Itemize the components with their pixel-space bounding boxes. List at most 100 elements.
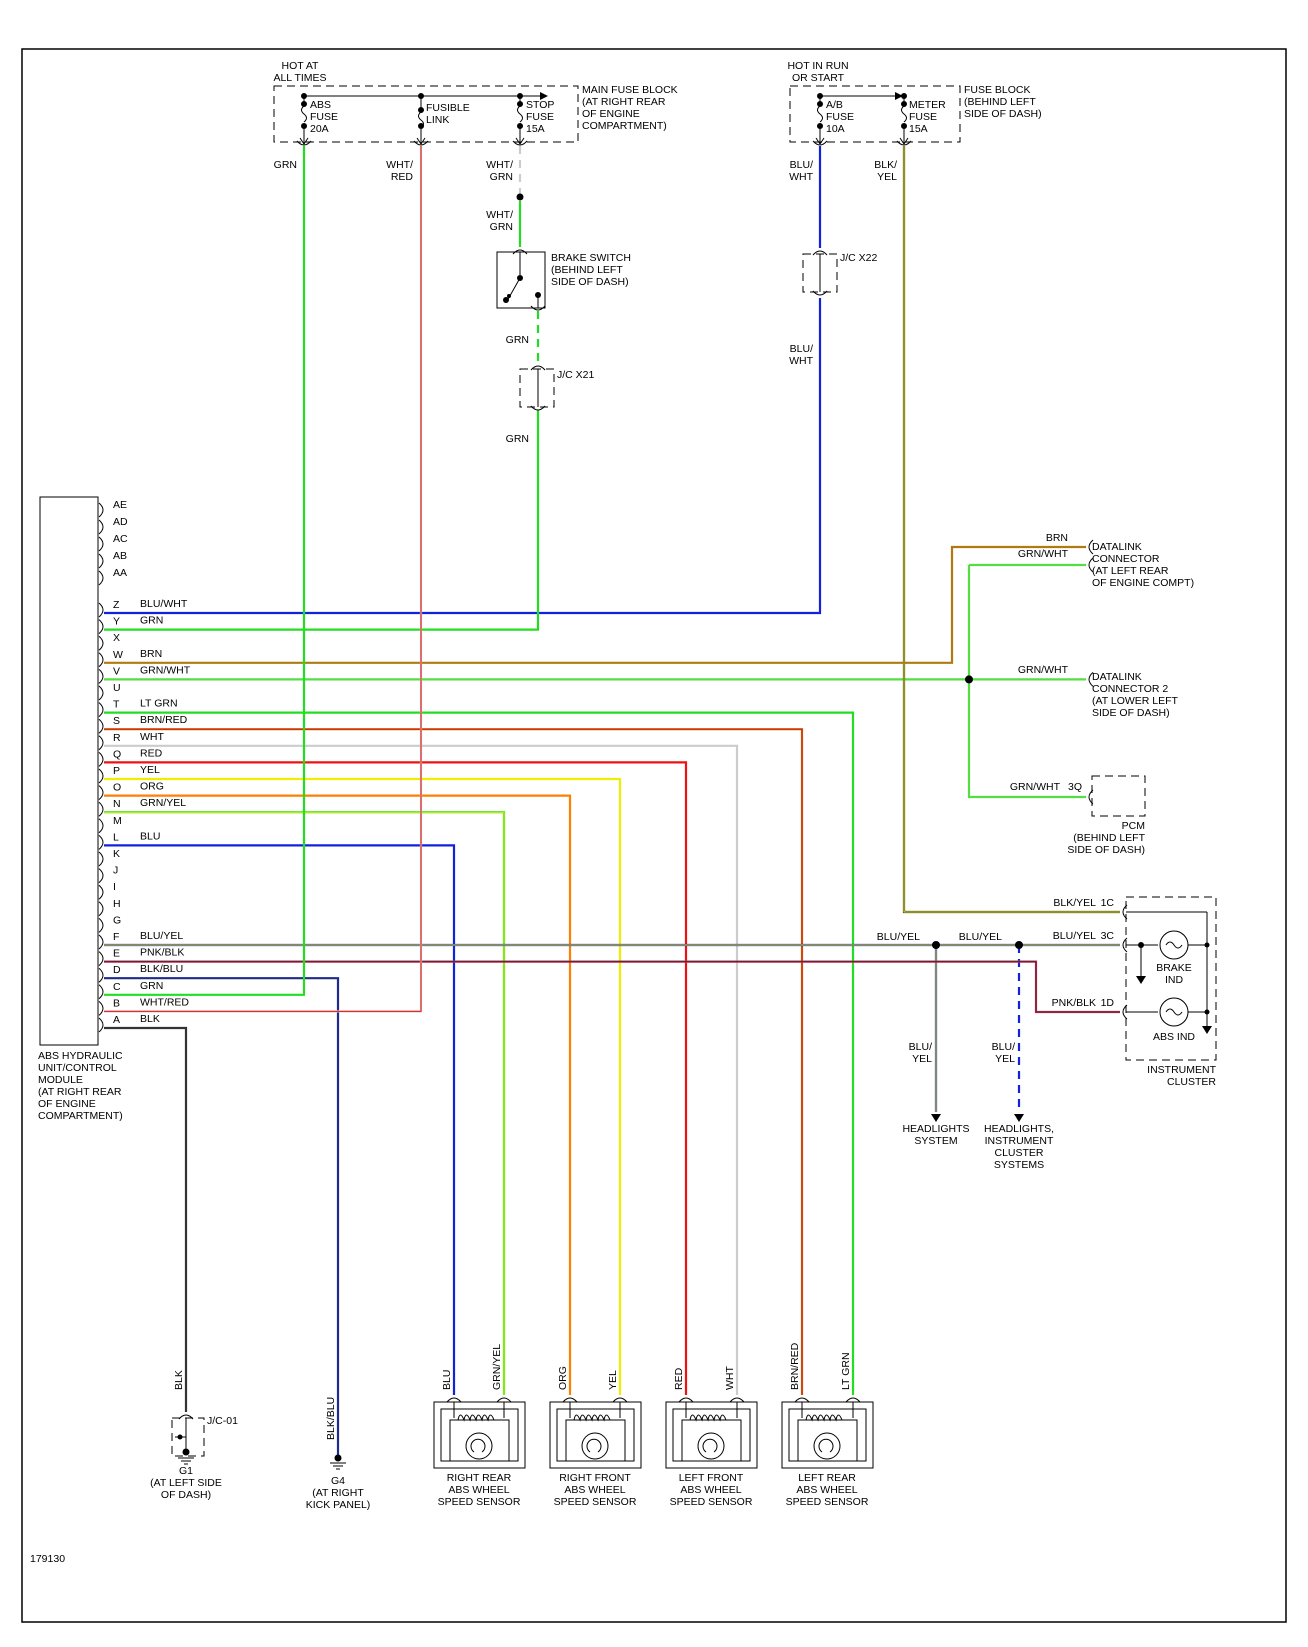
arrow-down-icon bbox=[1014, 1114, 1024, 1122]
ab-wire-label: WHT bbox=[789, 171, 813, 183]
sensor-wire-label: WHT bbox=[724, 1366, 736, 1390]
wire-l-blu bbox=[104, 844, 456, 1395]
pin-connector-icon bbox=[98, 735, 104, 751]
lamp-filament bbox=[1165, 941, 1183, 949]
sensor-coil bbox=[457, 1414, 495, 1422]
headlights-cluster-systems-label: CLUSTER bbox=[994, 1147, 1043, 1159]
datalink-connector-2-label: DATALINK bbox=[1092, 671, 1142, 683]
pin-label-m: M bbox=[113, 815, 122, 827]
abs-module-label: UNIT/CONTROL bbox=[38, 1062, 117, 1074]
brake-switch-label: (BEHIND LEFT bbox=[551, 264, 623, 276]
splice-dot bbox=[503, 297, 509, 303]
sensor-label: RIGHT FRONT bbox=[559, 1472, 631, 1484]
jc-x22-label: J/C X22 bbox=[840, 252, 878, 264]
sensor-label: SPEED SENSOR bbox=[670, 1496, 753, 1508]
wire-y-grn bbox=[104, 410, 540, 631]
brake-switch-out-label: GRN bbox=[506, 334, 529, 346]
pin-wire-label-o: ORG bbox=[140, 781, 164, 793]
pin-wire-label-y: GRN bbox=[140, 615, 163, 627]
pin-label-g: G bbox=[113, 914, 121, 926]
pin-connector-icon bbox=[98, 652, 104, 668]
pin-connector-icon bbox=[98, 901, 104, 917]
datalink2-wire-label: GRN/WHT bbox=[1018, 664, 1069, 676]
sensor-label: LEFT REAR bbox=[798, 1472, 856, 1484]
stop-wire-label: GRN bbox=[490, 171, 513, 183]
connector-icon bbox=[496, 1397, 512, 1403]
fuse-block-label: FUSE BLOCK bbox=[964, 84, 1031, 96]
pin-label-q: Q bbox=[113, 748, 121, 760]
wire-b-wht-red-stripe bbox=[104, 146, 422, 1012]
cluster-wire-label: BLK/YEL bbox=[1053, 897, 1096, 909]
sensor-inner-box bbox=[788, 1408, 867, 1462]
meter-wire-label: YEL bbox=[877, 171, 897, 183]
cluster-pin-label: 1C bbox=[1101, 897, 1115, 909]
sensor-label: SPEED SENSOR bbox=[554, 1496, 637, 1508]
sensor-rotor bbox=[465, 1432, 493, 1460]
sensor-rotor bbox=[813, 1432, 841, 1460]
pin-label-ab: AB bbox=[113, 550, 127, 562]
pin-connector-icon bbox=[98, 801, 104, 817]
sensor-core bbox=[449, 1419, 510, 1461]
ground-g4-wire-label: BLK/BLU bbox=[325, 1397, 337, 1440]
meter-fuse-label: METER bbox=[909, 99, 946, 111]
main-fuse-block-label: MAIN FUSE BLOCK bbox=[582, 84, 678, 96]
pin-connector-icon bbox=[98, 1001, 104, 1016]
hot-in-run-label: HOT IN RUN bbox=[787, 60, 848, 72]
connector-icon bbox=[446, 1397, 462, 1403]
pin-label-s: S bbox=[113, 715, 120, 727]
cluster-pin-label: 3C bbox=[1101, 930, 1115, 942]
meter-wire-label: BLK/ bbox=[874, 159, 897, 171]
pin-connector-icon bbox=[98, 752, 104, 767]
headlights-cluster-systems-label: SYSTEMS bbox=[994, 1159, 1044, 1171]
sensor-coil bbox=[805, 1414, 843, 1422]
connector-icon bbox=[794, 1397, 810, 1403]
arrow-down-icon bbox=[931, 1114, 941, 1122]
pcm-label: PCM bbox=[1122, 820, 1145, 832]
stop-fuse-label: STOP bbox=[526, 99, 554, 111]
pin-wire-label-n: GRN/YEL bbox=[140, 797, 186, 809]
pin-label-e: E bbox=[113, 948, 120, 960]
stop-wire-label: WHT/ bbox=[486, 159, 513, 171]
pcm-wire-label: GRN/WHT bbox=[1010, 781, 1061, 793]
datalink-connector-2-label: (AT LOWER LEFT bbox=[1092, 695, 1179, 707]
pin-connector-icon bbox=[98, 536, 104, 552]
sensor-wire-label: GRN/YEL bbox=[491, 1344, 503, 1390]
pin-connector-icon bbox=[98, 619, 104, 634]
ground-g4-name: G4 bbox=[331, 1475, 345, 1487]
pin-label-n: N bbox=[113, 798, 121, 810]
pin-label-d: D bbox=[113, 964, 121, 976]
pin-label-l: L bbox=[113, 831, 119, 843]
pin-connector-icon bbox=[98, 951, 104, 966]
abs-wheel-speed-sensor-icon bbox=[433, 1401, 526, 1469]
datalink-connector-label: OF ENGINE COMPT) bbox=[1092, 577, 1194, 589]
pin-wire-label-r: WHT bbox=[140, 731, 164, 743]
meter-fuse-label: FUSE bbox=[909, 111, 937, 123]
wire-t-lt-grn bbox=[104, 711, 855, 1395]
datalink-brn-label: BRN bbox=[1046, 532, 1068, 544]
sensor-inner-box bbox=[440, 1408, 519, 1462]
sensor-outer-box bbox=[433, 1401, 526, 1469]
pin-connector-icon bbox=[98, 918, 104, 933]
pin-label-j: J bbox=[113, 865, 118, 877]
wire-d-blk-blu bbox=[104, 977, 340, 1455]
pin-connector-icon bbox=[98, 570, 104, 586]
headlights-cluster-systems-label: INSTRUMENT bbox=[985, 1135, 1054, 1147]
ground-g1-wire-label: BLK bbox=[173, 1370, 185, 1390]
jc-01-label: J/C-01 bbox=[207, 1415, 238, 1427]
jc-x21-wire-label: GRN bbox=[506, 433, 529, 445]
sensor-label: ABS WHEEL bbox=[564, 1484, 625, 1496]
meter-fuse-label: 15A bbox=[909, 123, 928, 135]
jc-x21 bbox=[519, 368, 555, 408]
wire-q-red bbox=[104, 761, 688, 1395]
wire-d-blk-blu-stripe bbox=[104, 977, 339, 1455]
headlights-system-label: HEADLIGHTS bbox=[902, 1123, 969, 1135]
pin-label-r: R bbox=[113, 732, 121, 744]
pin-label-f: F bbox=[113, 931, 119, 943]
sensor-outer-box bbox=[549, 1401, 642, 1469]
jc-x22-wire-label: WHT bbox=[789, 355, 813, 367]
ground-g1-label: OF DASH) bbox=[161, 1489, 211, 1501]
sensor-wire-label: YEL bbox=[607, 1370, 619, 1390]
datalink-connector-label: DATALINK bbox=[1092, 541, 1142, 553]
stop-fuse-element bbox=[517, 105, 523, 123]
headlights-system-label: SYSTEM bbox=[914, 1135, 957, 1147]
